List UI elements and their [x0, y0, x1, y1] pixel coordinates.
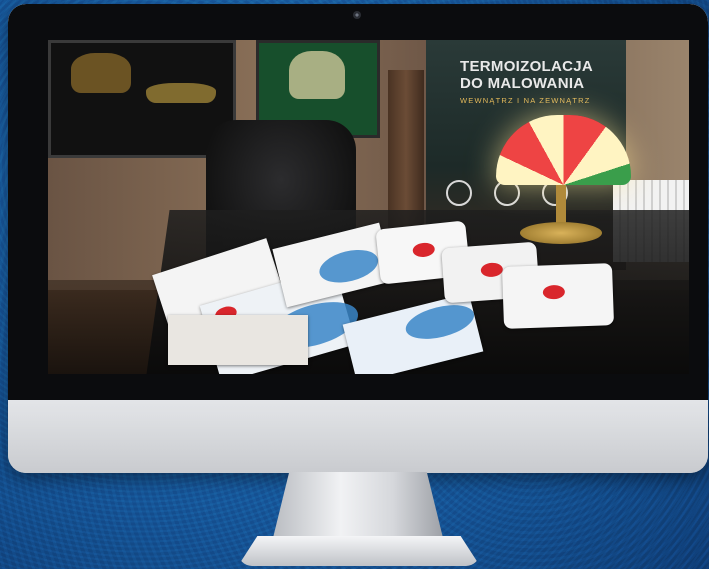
thermometer-icon [446, 180, 472, 206]
lamp-stem [556, 185, 566, 227]
lamp-base [520, 222, 602, 244]
monitor-chin [8, 400, 708, 473]
screen-photo: TERMOIZOLACJA DO MALOWANIA WEWNĄTRZ I NA… [48, 40, 689, 374]
monitor-stand-foot [238, 536, 480, 566]
monitor-stand-neck [272, 472, 444, 542]
tshirt-package [501, 263, 615, 329]
webcam-icon [353, 11, 361, 19]
banner-subtitle: WEWNĄTRZ I NA ZEWNĄTRZ [460, 96, 591, 105]
monitor-bezel: TERMOIZOLACJA DO MALOWANIA WEWNĄTRZ I NA… [8, 4, 708, 400]
cardboard-box [168, 315, 308, 365]
monitor: TERMOIZOLACJA DO MALOWANIA WEWNĄTRZ I NA… [8, 4, 708, 473]
banner-title: TERMOIZOLACJA DO MALOWANIA [460, 58, 594, 92]
